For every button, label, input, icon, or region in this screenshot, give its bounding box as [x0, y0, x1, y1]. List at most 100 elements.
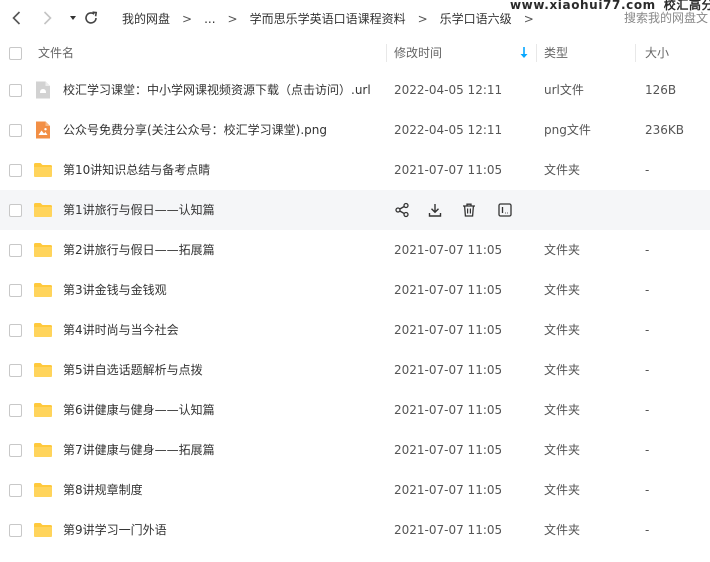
- refresh-button[interactable]: [82, 9, 100, 27]
- row-checkbox[interactable]: [9, 124, 22, 137]
- file-name[interactable]: 校汇学习课堂：中小学网课视频资源下载（点击访问）.url: [63, 70, 371, 110]
- file-name[interactable]: 第4讲时尚与当今社会: [63, 310, 179, 350]
- folder-icon: [33, 200, 53, 220]
- breadcrumb: 我的网盘 >... > 学而思乐学英语口语课程资料 > 乐学口语六级 >: [122, 10, 546, 27]
- row-checkbox[interactable]: [9, 484, 22, 497]
- file-row[interactable]: 第6讲健康与健身——认知篇 2021-07-07 11:05 文件夹 -: [0, 390, 710, 430]
- file-size: -: [645, 283, 650, 297]
- file-name[interactable]: 第10讲知识总结与备考点睛: [63, 150, 210, 190]
- modified-time: 2021-07-07 11:05: [394, 523, 503, 537]
- modified-time: 2021-07-07 11:05: [394, 323, 503, 337]
- row-checkbox[interactable]: [9, 84, 22, 97]
- file-list-header: 文件名 修改时间 类型 大小: [0, 38, 710, 68]
- file-name[interactable]: 第8讲规章制度: [63, 470, 143, 510]
- breadcrumb-item[interactable]: 我的网盘: [122, 12, 170, 26]
- file-row[interactable]: 第8讲规章制度 2021-07-07 11:05 文件夹 -: [0, 470, 710, 510]
- file-name[interactable]: 第6讲健康与健身——认知篇: [63, 390, 215, 430]
- delete-icon[interactable]: [461, 202, 477, 218]
- folder-icon: [33, 240, 53, 260]
- row-checkbox[interactable]: [9, 364, 22, 377]
- file-size: -: [645, 243, 650, 257]
- file-row[interactable]: 第3讲金钱与金钱观 2021-07-07 11:05 文件夹 -: [0, 270, 710, 310]
- file-row[interactable]: 第4讲时尚与当今社会 2021-07-07 11:05 文件夹 -: [0, 310, 710, 350]
- column-divider[interactable]: [536, 44, 537, 62]
- row-checkbox[interactable]: [9, 284, 22, 297]
- search-input[interactable]: [624, 8, 710, 28]
- folder-icon: [33, 160, 53, 180]
- breadcrumb-item[interactable]: 学而思乐学英语口语课程资料: [250, 12, 406, 26]
- modified-time: 2021-07-07 11:05: [394, 443, 503, 457]
- file-row[interactable]: 第5讲自选话题解析与点拨 2021-07-07 11:05 文件夹 -: [0, 350, 710, 390]
- file-row[interactable]: 第9讲学习一门外语 2021-07-07 11:05 文件夹 -: [0, 510, 710, 550]
- folder-icon: [33, 520, 53, 540]
- column-header-type[interactable]: 类型: [544, 38, 568, 68]
- refresh-icon: [85, 11, 98, 24]
- sort-descending-icon[interactable]: [519, 46, 529, 60]
- file-name[interactable]: 第5讲自选话题解析与点拨: [63, 350, 203, 390]
- download-icon[interactable]: [427, 202, 443, 218]
- chevron-right-icon: [43, 11, 52, 25]
- file-name[interactable]: 第7讲健康与健身——拓展篇: [63, 430, 215, 470]
- file-size: 126B: [645, 83, 677, 97]
- file-size: -: [645, 403, 650, 417]
- caret-down-icon: [70, 16, 76, 20]
- more-icon[interactable]: [497, 202, 513, 218]
- modified-time: 2021-07-07 11:05: [394, 243, 503, 257]
- row-checkbox[interactable]: [9, 324, 22, 337]
- row-checkbox[interactable]: [9, 444, 22, 457]
- top-toolbar: 我的网盘 >... > 学而思乐学英语口语课程资料 > 乐学口语六级 > www.xiaoh…: [0, 0, 710, 38]
- back-button[interactable]: [8, 9, 26, 27]
- modified-time: 2021-07-07 11:05: [394, 283, 503, 297]
- column-divider[interactable]: [635, 44, 636, 62]
- file-row[interactable]: 公众号免费分享(关注公众号：校汇学习课堂).png 2022-04-05 12:1…: [0, 110, 710, 150]
- file-name[interactable]: 第2讲旅行与假日——拓展篇: [63, 230, 215, 270]
- file-type: 文件夹: [544, 523, 581, 537]
- modified-time: 2022-04-05 12:11: [394, 123, 503, 137]
- modified-time: 2022-04-05 12:11: [394, 83, 503, 97]
- chevron-left-icon: [12, 11, 21, 25]
- breadcrumb-item[interactable]: ...: [204, 12, 215, 26]
- column-header-size[interactable]: 大小: [645, 38, 669, 68]
- history-dropdown[interactable]: [64, 9, 82, 27]
- file-name[interactable]: 公众号免费分享(关注公众号：校汇学习课堂).png: [63, 110, 327, 150]
- file-type: 文件夹: [544, 443, 581, 457]
- column-header-name[interactable]: 文件名: [38, 38, 74, 68]
- modified-time: 2021-07-07 11:05: [394, 483, 503, 497]
- file-row[interactable]: 校汇学习课堂：中小学网课视频资源下载（点击访问）.url 2022-04-05 1…: [0, 70, 710, 110]
- file-size: -: [645, 163, 650, 177]
- row-checkbox[interactable]: [9, 204, 22, 217]
- file-type: url文件: [544, 83, 584, 97]
- file-size: -: [645, 363, 650, 377]
- image-file-icon: [33, 120, 53, 140]
- file-row-hovered[interactable]: 第1讲旅行与假日——认知篇: [0, 190, 710, 230]
- share-icon[interactable]: [394, 202, 410, 218]
- file-row[interactable]: 第7讲健康与健身——拓展篇 2021-07-07 11:05 文件夹 -: [0, 430, 710, 470]
- file-size: -: [645, 483, 650, 497]
- file-row[interactable]: 第2讲旅行与假日——拓展篇 2021-07-07 11:05 文件夹 -: [0, 230, 710, 270]
- forward-button[interactable]: [38, 9, 56, 27]
- row-checkbox[interactable]: [9, 244, 22, 257]
- file-name[interactable]: 第3讲金钱与金钱观: [63, 270, 167, 310]
- file-type: 文件夹: [544, 403, 581, 417]
- folder-icon: [33, 360, 53, 380]
- select-all-checkbox[interactable]: [9, 47, 22, 60]
- file-name[interactable]: 第1讲旅行与假日——认知篇: [63, 190, 215, 230]
- file-type: 文件夹: [544, 243, 581, 257]
- breadcrumb-separator: >: [227, 12, 238, 26]
- column-header-modified[interactable]: 修改时间: [394, 38, 442, 68]
- modified-time: 2021-07-07 11:05: [394, 363, 503, 377]
- breadcrumb-separator: >: [182, 12, 193, 26]
- column-divider[interactable]: [386, 44, 387, 62]
- row-checkbox[interactable]: [9, 164, 22, 177]
- url-file-icon: [33, 80, 53, 100]
- breadcrumb-item-current[interactable]: 乐学口语六级: [440, 12, 512, 26]
- row-checkbox[interactable]: [9, 524, 22, 537]
- file-type: 文件夹: [544, 163, 581, 177]
- folder-icon: [33, 400, 53, 420]
- folder-icon: [33, 280, 53, 300]
- file-name[interactable]: 第9讲学习一门外语: [63, 510, 167, 550]
- row-checkbox[interactable]: [9, 404, 22, 417]
- file-row[interactable]: 第10讲知识总结与备考点睛 2021-07-07 11:05 文件夹 -: [0, 150, 710, 190]
- file-type: 文件夹: [544, 363, 581, 377]
- file-type: 文件夹: [544, 323, 581, 337]
